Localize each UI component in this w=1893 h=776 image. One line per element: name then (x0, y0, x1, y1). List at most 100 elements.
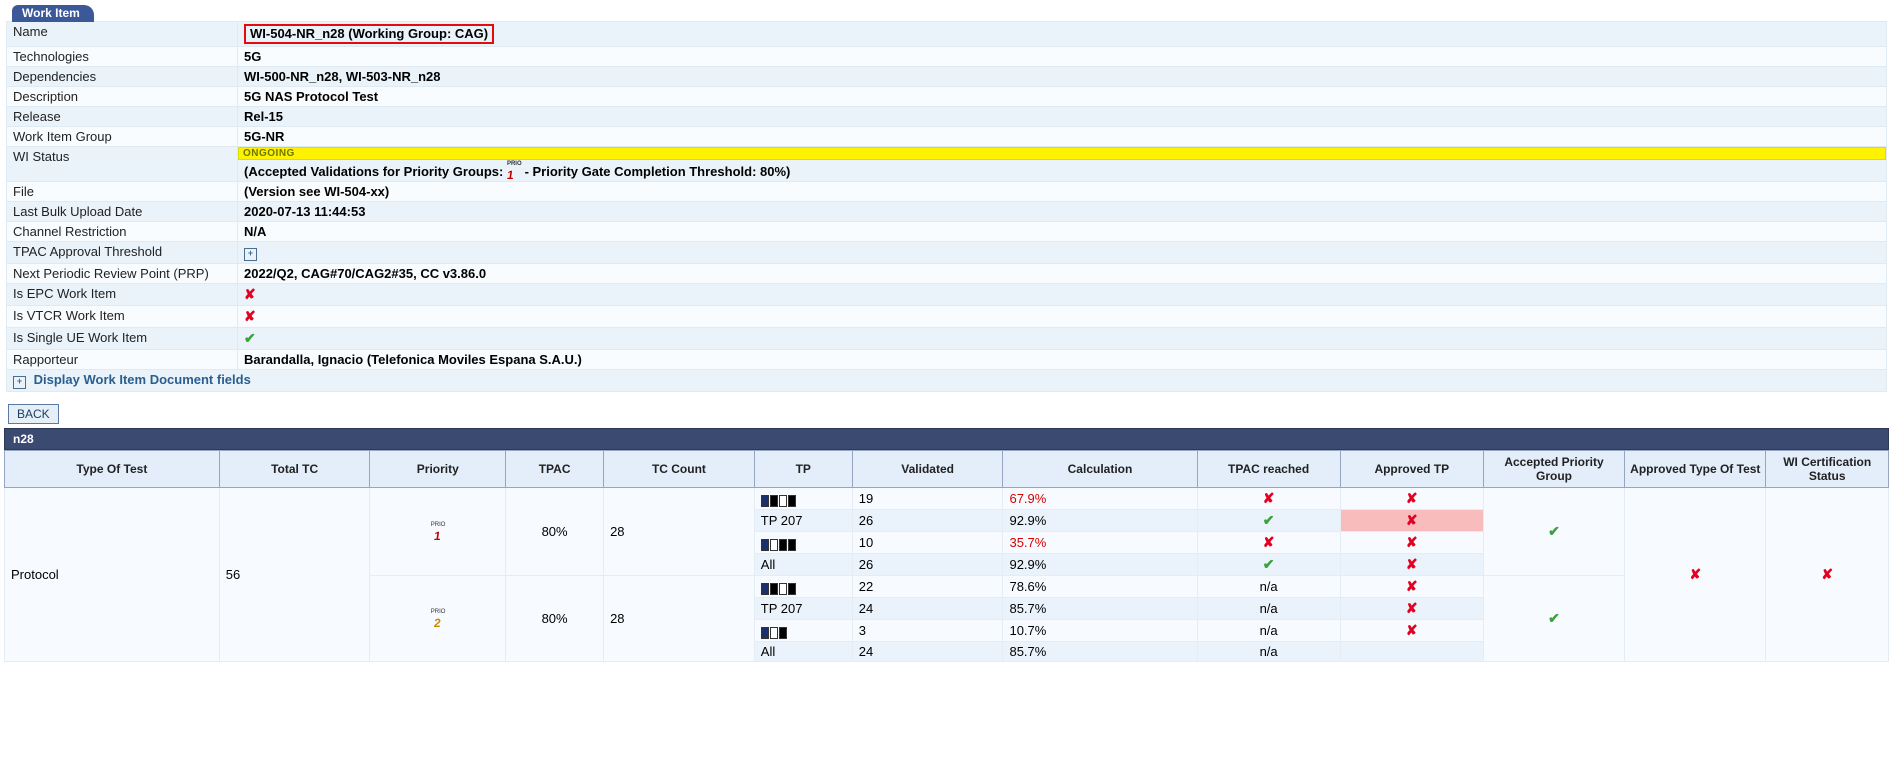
col-tp[interactable]: TP (754, 451, 852, 488)
x-icon: ✘ (1406, 622, 1418, 638)
cell-validated: 24 (852, 598, 1003, 620)
value-tpac-threshold: + (238, 242, 1887, 264)
value-rapporteur: Barandalla, Ignacio (Telefonica Moviles … (238, 350, 1887, 370)
cell-tp (754, 576, 852, 598)
value-is-epc: ✘ (238, 284, 1887, 306)
cell-tc-count: 28 (604, 576, 755, 662)
cell-tpac: 80% (506, 576, 604, 662)
cell-validated: 24 (852, 642, 1003, 662)
label-dependencies: Dependencies (7, 67, 238, 87)
label-rapporteur: Rapporteur (7, 350, 238, 370)
label-wi-status: WI Status (7, 147, 238, 182)
value-technologies: 5G (238, 47, 1887, 67)
cell-calculation: 35.7% (1003, 532, 1197, 554)
label-name: Name (7, 22, 238, 47)
work-item-tab: Work Item (12, 5, 94, 22)
cell-approved-tp: ✘ (1340, 532, 1483, 554)
x-icon: ✘ (244, 308, 256, 324)
col-tc-count[interactable]: TC Count (604, 451, 755, 488)
label-wi-group: Work Item Group (7, 127, 238, 147)
value-last-bulk: 2020-07-13 11:44:53 (238, 202, 1887, 222)
col-wi-cert-status[interactable]: WI Certification Status (1766, 451, 1889, 488)
x-icon: ✘ (1406, 512, 1418, 528)
cell-tpac-reached: n/a (1197, 598, 1340, 620)
col-calculation[interactable]: Calculation (1003, 451, 1197, 488)
col-approved-tp[interactable]: Approved TP (1340, 451, 1483, 488)
cell-validated: 26 (852, 510, 1003, 532)
x-icon: ✘ (1689, 566, 1701, 582)
col-type-of-test[interactable]: Type Of Test (5, 451, 220, 488)
cell-tpac-reached: n/a (1197, 576, 1340, 598)
tp-platform-icons (761, 627, 788, 637)
priority-1-icon: PRIO1 (431, 523, 445, 537)
value-prp: 2022/Q2, CAG#70/CAG2#35, CC v3.86.0 (238, 264, 1887, 284)
cell-approved-tp: ✘ (1340, 510, 1483, 532)
x-icon: ✘ (1263, 534, 1275, 550)
cell-tpac-reached: ✘ (1197, 532, 1340, 554)
value-dependencies: WI-500-NR_n28, WI-503-NR_n28 (238, 67, 1887, 87)
expand-icon[interactable]: + (13, 376, 26, 389)
col-tpac[interactable]: TPAC (506, 451, 604, 488)
cell-validated: 10 (852, 532, 1003, 554)
label-tpac-threshold: TPAC Approval Threshold (7, 242, 238, 264)
cell-tp (754, 488, 852, 510)
status-note-a: (Accepted Validations for Priority Group… (244, 164, 507, 179)
status-note-b: - Priority Gate Completion Threshold: 80… (525, 164, 791, 179)
cell-calculation: 78.6% (1003, 576, 1197, 598)
cell-accepted-prio-group: ✔ (1483, 488, 1624, 576)
cell-type-of-test: Protocol (5, 488, 220, 662)
cell-total-tc: 56 (219, 488, 370, 662)
cell-priority: PRIO2 (370, 576, 506, 662)
value-is-single-ue: ✔ (238, 328, 1887, 350)
cell-calculation: 85.7% (1003, 642, 1197, 662)
col-total-tc[interactable]: Total TC (219, 451, 370, 488)
x-icon: ✘ (1406, 490, 1418, 506)
check-icon: ✔ (1263, 556, 1275, 572)
back-button[interactable]: BACK (8, 404, 59, 424)
cell-tpac: 80% (506, 488, 604, 576)
value-release: Rel-15 (238, 107, 1887, 127)
cell-tp (754, 532, 852, 554)
value-is-vtcr: ✘ (238, 306, 1887, 328)
check-icon: ✔ (1263, 512, 1275, 528)
label-is-epc: Is EPC Work Item (7, 284, 238, 306)
tp-platform-icons (761, 583, 797, 593)
display-work-item-fields-link[interactable]: + Display Work Item Document fields (7, 370, 1887, 392)
cell-tp: All (754, 642, 852, 662)
cell-tpac-reached: ✘ (1197, 488, 1340, 510)
work-item-details-table: Name WI-504-NR_n28 (Working Group: CAG) … (6, 21, 1887, 392)
col-tpac-reached[interactable]: TPAC reached (1197, 451, 1340, 488)
col-accepted-prio-group[interactable]: Accepted Priority Group (1483, 451, 1624, 488)
label-file: File (7, 182, 238, 202)
cell-approved-tp: ✘ (1340, 620, 1483, 642)
cell-validated: 19 (852, 488, 1003, 510)
cell-priority: PRIO1 (370, 488, 506, 576)
value-channel-restriction: N/A (238, 222, 1887, 242)
cell-validated: 22 (852, 576, 1003, 598)
value-name: WI-504-NR_n28 (Working Group: CAG) (238, 22, 1887, 47)
col-approved-tot[interactable]: Approved Type Of Test (1625, 451, 1766, 488)
x-icon: ✘ (1406, 556, 1418, 572)
cell-approved-tp: ✘ (1340, 554, 1483, 576)
cell-calculation: 67.9% (1003, 488, 1197, 510)
cell-tpac-reached: ✔ (1197, 554, 1340, 576)
label-is-single-ue: Is Single UE Work Item (7, 328, 238, 350)
col-priority[interactable]: Priority (370, 451, 506, 488)
cell-approved-tp: ✘ (1340, 576, 1483, 598)
priority-2-icon: PRIO2 (431, 610, 445, 624)
name-text: WI-504-NR_n28 (Working Group: CAG) (250, 26, 488, 41)
label-technologies: Technologies (7, 47, 238, 67)
label-prp: Next Periodic Review Point (PRP) (7, 264, 238, 284)
n28-panel-header: n28 (4, 428, 1889, 450)
tp-platform-icons (761, 539, 797, 549)
col-validated[interactable]: Validated (852, 451, 1003, 488)
cell-tc-count: 28 (604, 488, 755, 576)
expand-icon[interactable]: + (244, 248, 257, 261)
x-icon: ✘ (1406, 534, 1418, 550)
cell-accepted-prio-group: ✔ (1483, 576, 1624, 662)
value-file: (Version see WI-504-xx) (238, 182, 1887, 202)
value-wi-status: ONGOING (Accepted Validations for Priori… (238, 147, 1887, 182)
display-link-text: Display Work Item Document fields (34, 372, 251, 387)
x-icon: ✘ (1821, 566, 1833, 582)
check-icon: ✔ (1548, 523, 1560, 539)
